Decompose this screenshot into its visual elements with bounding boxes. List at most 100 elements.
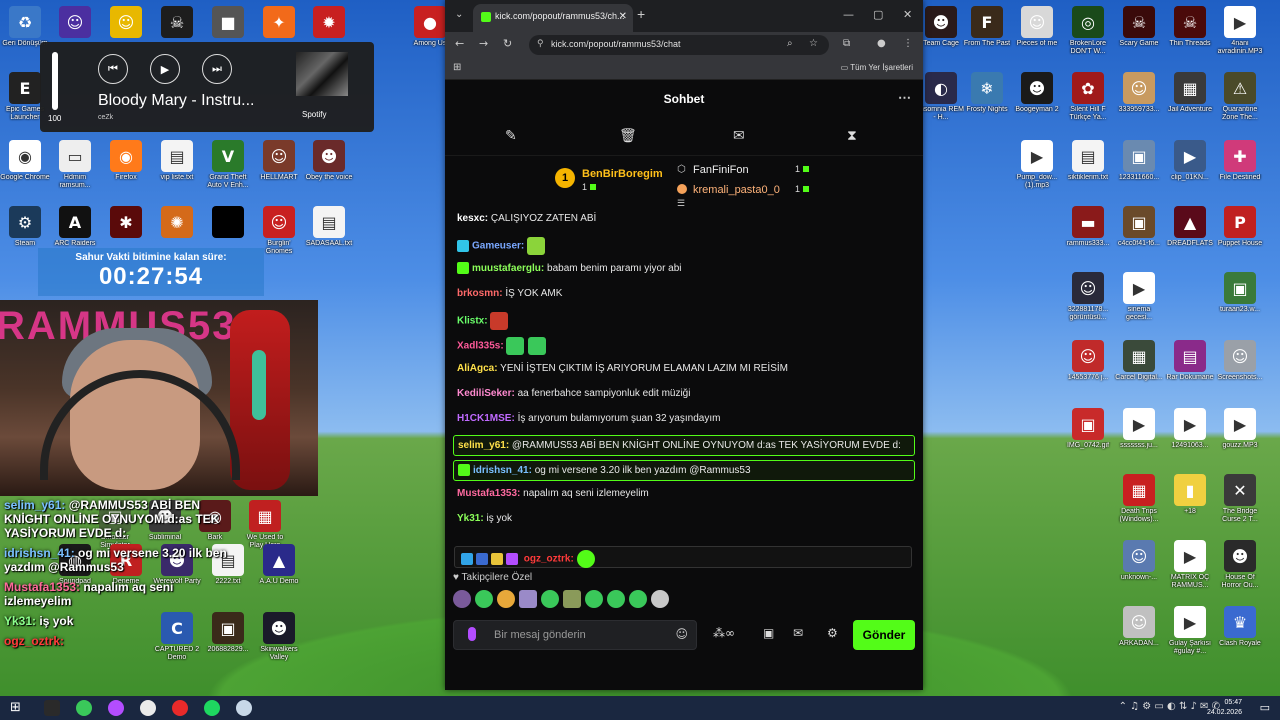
zoom-icon[interactable]: ⌕ [787,38,793,49]
emote-button[interactable] [607,590,625,608]
chat-message[interactable]: AliAgca: YENİ İŞTEN ÇIKTIM İŞ ARIYORUM E… [457,360,911,385]
desktop-icon[interactable]: ✚ File Destined [1215,140,1265,190]
desktop-icon[interactable]: ▣ IMG_0742.gif [1063,408,1113,458]
chat-message[interactable]: Xadl335s: [457,335,911,360]
back-icon[interactable]: ← [455,37,464,50]
desktop-icon[interactable]: ▣ c4cc0f41-f6... [1114,206,1164,256]
taskbar-clock[interactable]: 05:47 24.02.2026 [1207,698,1242,718]
desktop-icon[interactable]: ◉ Google Chrome [0,140,50,190]
emote-button[interactable] [651,590,669,608]
desktop-icon[interactable]: ▶ Gulay Şarkısı #gulay #... [1165,606,1215,656]
chat-message-list[interactable]: kesxc: ÇALIŞIYOZ ZATEN ABİ Gameuser: muus… [445,206,923,568]
desktop-icon[interactable]: ⚠ Quarantine Zone The... [1215,72,1265,122]
chat-message-input[interactable]: Bir mesaj gönderin ☺ [453,620,697,650]
desktop-icon[interactable]: ▦ Death Trips (Windows)... [1114,474,1164,524]
tab-search-icon[interactable]: ⌄ [455,9,463,20]
chat-settings-gear-icon[interactable]: ⚙ [827,626,838,640]
desktop-icon[interactable]: ▣ turaan23.w... [1215,272,1265,322]
emote-button[interactable] [497,590,515,608]
minimize-icon[interactable]: — [843,8,854,21]
bookmark-star-icon[interactable]: ☆ [809,38,818,49]
all-bookmarks[interactable]: ▭ Tüm Yer İşaretleri [841,63,913,72]
spotify-taskbar-icon[interactable] [204,700,220,716]
emote-button[interactable] [585,590,603,608]
emote-button[interactable] [475,590,493,608]
pin-icon[interactable]: ✎ [505,128,517,144]
desktop-icon[interactable]: ♛ Clash Royale [1215,606,1265,656]
desktop-icon[interactable]: ☺ HELLMART [254,140,304,190]
leader-2-name[interactable]: FanFiniFon [693,164,749,176]
new-tab-icon[interactable]: + [637,6,645,22]
play-button[interactable]: ▶ [150,54,180,84]
desktop-icon[interactable]: ◉ Firefox [101,140,151,190]
skip-previous-button[interactable]: ⏮ [98,54,128,84]
desktop-icon[interactable]: ▭ Hdmim ramsum... [50,140,100,190]
chat-username[interactable]: Yk31: [457,513,484,524]
desktop-icon[interactable]: ☻ Obey the voice [304,140,354,190]
desktop-icon[interactable]: ☺ 14553776 j... [1063,340,1113,390]
chat-message[interactable]: muustafaerglu: babam benim paramı yiyor … [457,260,911,285]
desktop-icon[interactable]: V Grand Theft Auto V Enh... [203,140,253,190]
chat-username[interactable]: ogz_oztrk: [524,554,574,565]
chat-username[interactable]: KediliSeker: [457,388,515,399]
chat-message[interactable]: H1CK1MSE: İş arıyorum bulamıyorum şuan 3… [457,410,911,435]
desktop-icon[interactable]: ☺ 333959733... [1114,72,1164,122]
desktop-icon[interactable]: ☺ 322881178... görüntüsü... [1063,272,1113,322]
emote-button[interactable] [629,590,647,608]
desktop-icon[interactable]: ▶ sssssss.ju... [1114,408,1164,458]
desktop-icon[interactable]: ▶ 4nani avradinin.MP3 [1215,6,1265,56]
leader-3-name[interactable]: kremali_pasta0_0 [693,184,780,196]
chat-username[interactable]: kesxc: [457,213,488,224]
desktop-icon[interactable]: ☺ ARKADAN... [1114,606,1164,656]
desktop-icon[interactable]: ✿ Silent Hill F Türkçe Ya... [1063,72,1113,122]
chat-username[interactable]: muustafaerglu: [472,263,544,274]
desktop-icon[interactable]: ☺ Screenshots... [1215,340,1265,390]
desktop-icon[interactable]: ✕ The Bridge Curse 2 T... [1215,474,1265,524]
chat-message[interactable]: KediliSeker: aa fenerbahce sampiyonluk e… [457,385,911,410]
maximize-icon[interactable]: ▢ [873,8,883,21]
chat-message[interactable]: Gameuser: [457,235,911,260]
taskbar-app-icon[interactable] [44,700,60,716]
desktop-icon[interactable]: ▤ vip liste.txt [152,140,202,190]
youtube-taskbar-icon[interactable] [172,700,188,716]
close-window-icon[interactable]: ✕ [903,8,912,21]
chat-username[interactable]: Xadl335s: [457,341,504,352]
address-bar[interactable]: ⚲ kick.com/popout/rammus53/chat [529,35,829,55]
chat-message[interactable]: Mustafa1353: napalım aq seni izlemeyelim [457,485,911,510]
desktop-icon[interactable]: ▦ Carcel Digital... [1114,340,1164,390]
profile-icon[interactable]: ● [877,38,886,49]
desktop-icon[interactable]: ▤ SADASAAL.txt [304,206,354,256]
desktop-icon[interactable]: ❄ Frosty Nights [962,72,1012,122]
browser-menu-icon[interactable]: ⋮ [903,38,913,49]
microphone-icon[interactable] [468,627,476,641]
chat-username[interactable]: idrishsn_41: [473,465,532,476]
chat-message[interactable]: idrishsn_41: og mi versene 3.20 ilk ben … [453,460,915,481]
desktop-icon[interactable]: ▶ MATRIX OÇ RAMMUS... [1165,540,1215,590]
chat-username[interactable]: selim_y61: [458,440,509,451]
windows-start-icon[interactable]: ⊞ [10,700,21,715]
chat-bubble-icon[interactable]: ✉ [733,128,745,144]
desktop-icon[interactable]: ☻ Team Cage [916,6,966,56]
kicks-icon[interactable]: ⁂∞ [713,626,735,640]
taskbar-app-icon[interactable] [108,700,124,716]
chrome-taskbar-icon[interactable] [140,700,156,716]
chat-message[interactable]: brkosmn: İŞ YOK AMK [457,285,911,310]
desktop-icon[interactable]: ☻ House Of Horror Ou... [1215,540,1265,590]
chat-message[interactable]: Yk31: iş yok [457,510,911,535]
desktop-icon[interactable]: ▣ 123311660... [1114,140,1164,190]
chat-message[interactable]: kesxc: ÇALIŞIYOZ ZATEN ABİ [457,210,911,235]
chat-message[interactable]: selim_y61: @RAMMUS53 ABİ BEN KNİGHT ONLİ… [453,435,915,456]
desktop-icon[interactable]: ☻ Boogeyman 2 [1012,72,1062,122]
reload-icon[interactable]: ↻ [503,37,512,50]
emote-button[interactable] [453,590,471,608]
taskbar-app-icon[interactable] [76,700,92,716]
desktop-icon[interactable]: ▤ siktiklerim.txt [1063,140,1113,190]
chat-username[interactable]: Mustafa1353: [457,488,520,499]
skip-next-button[interactable]: ⏭ [202,54,232,84]
close-tab-icon[interactable]: ✕ [619,11,627,22]
hourglass-icon[interactable]: ⧗ [847,128,857,144]
desktop-icon[interactable]: ▮ +18 [1165,474,1215,524]
emote-button[interactable] [563,590,581,608]
chat-username[interactable]: H1CK1MSE: [457,413,515,424]
desktop-icon[interactable]: ▲ DREADFLATS [1165,206,1215,256]
